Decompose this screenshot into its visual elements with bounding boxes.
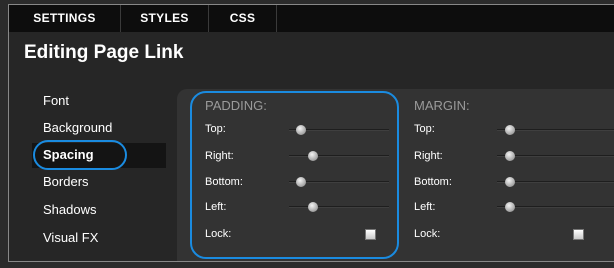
- padding-right-label: Right:: [205, 150, 234, 162]
- padding-lock-label: Lock:: [205, 228, 232, 240]
- padding-right-track[interactable]: [289, 155, 389, 157]
- margin-lock-checkbox[interactable]: [573, 229, 584, 240]
- padding-top-label: Top:: [205, 123, 226, 135]
- margin-top-slider-knob[interactable]: [505, 125, 515, 135]
- sidebar-item-shadows[interactable]: Shadows: [43, 198, 96, 222]
- padding-bottom-slider-knob[interactable]: [295, 177, 306, 187]
- padding-bottom-label: Bottom:: [205, 176, 243, 188]
- margin-bottom-slider-knob[interactable]: [505, 177, 515, 187]
- margin-bottom-label: Bottom:: [414, 176, 452, 188]
- tab-bar: SETTINGS STYLES CSS: [9, 5, 614, 32]
- padding-left-track[interactable]: [289, 206, 389, 208]
- margin-top-label: Top:: [414, 123, 435, 135]
- margin-lock-label: Lock:: [414, 228, 441, 240]
- tab-settings[interactable]: SETTINGS: [9, 5, 121, 32]
- tab-styles[interactable]: STYLES: [121, 5, 209, 32]
- padding-right-slider-knob[interactable]: [307, 151, 318, 161]
- padding-left-label: Left:: [205, 201, 227, 213]
- sidebar-item-background[interactable]: Background: [43, 116, 112, 140]
- padding-title: PADDING:: [205, 98, 267, 113]
- margin-left-slider-knob[interactable]: [505, 202, 515, 212]
- margin-right-label: Right:: [414, 150, 443, 162]
- spacing-highlight-ring: [33, 140, 127, 170]
- tab-css[interactable]: CSS: [209, 5, 277, 32]
- sidebar-item-visual-fx[interactable]: Visual FX: [43, 226, 98, 250]
- margin-left-label: Left:: [414, 201, 436, 213]
- padding-left-slider-knob[interactable]: [307, 202, 318, 212]
- style-editor-window: SETTINGS STYLES CSS Editing Page Link Fo…: [8, 4, 614, 262]
- sidebar-item-borders[interactable]: Borders: [43, 170, 89, 194]
- margin-title: MARGIN:: [414, 98, 470, 113]
- sidebar-item-font[interactable]: Font: [43, 89, 69, 113]
- padding-lock-checkbox[interactable]: [365, 229, 376, 240]
- padding-top-slider-knob[interactable]: [295, 125, 306, 135]
- margin-right-slider-knob[interactable]: [505, 151, 515, 161]
- page-title: Editing Page Link: [24, 42, 184, 63]
